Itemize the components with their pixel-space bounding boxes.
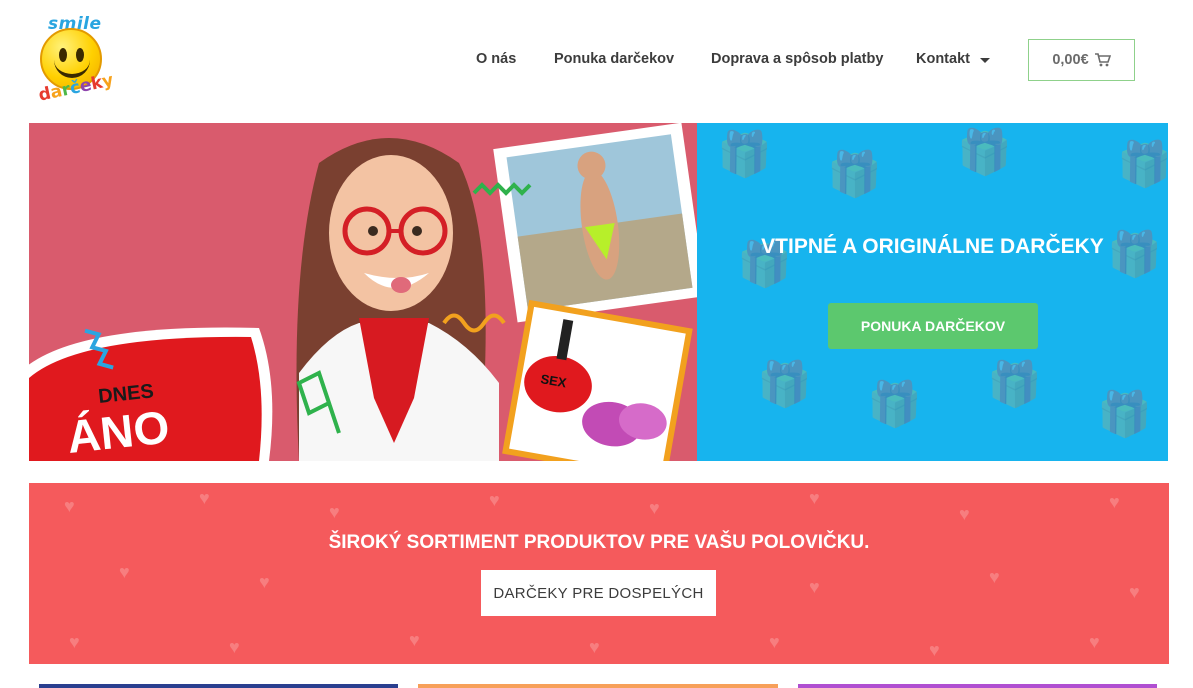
heart-icon: ♥ bbox=[64, 496, 75, 516]
gift-icon: 🎁 bbox=[1117, 140, 1168, 189]
heart-icon: ♥ bbox=[409, 630, 420, 650]
cart-total: 0,00€ bbox=[1052, 52, 1089, 68]
heart-icon: ♥ bbox=[69, 632, 80, 652]
heart-icon: ♥ bbox=[649, 498, 660, 518]
hero-title: VTIPNÉ A ORIGINÁLNE DARČEKY bbox=[761, 235, 1104, 258]
site-header: smile darčeky O nás Ponuka darčekov Dopr… bbox=[0, 0, 1193, 118]
nav-link-doprava[interactable]: Doprava a spôsob platby bbox=[711, 51, 883, 67]
heart-icon: ♥ bbox=[989, 567, 1000, 587]
cart-button[interactable]: 0,00€ bbox=[1028, 39, 1135, 81]
hero-illustration: DNES ÁNO SEX bbox=[29, 123, 697, 461]
chevron-down-icon bbox=[979, 57, 990, 63]
gift-icon: 🎁 bbox=[957, 128, 1012, 177]
banner-title: ŠIROKÝ SORTIMENT PRODUKTOV PRE VAŠU POLO… bbox=[328, 532, 870, 553]
heart-icon: ♥ bbox=[589, 637, 600, 657]
heart-icon: ♥ bbox=[769, 632, 780, 652]
nav-link-kontakt[interactable]: Kontakt bbox=[916, 51, 990, 67]
heart-icon: ♥ bbox=[929, 640, 940, 660]
gift-icon: 🎁 bbox=[757, 360, 812, 409]
category-card-1[interactable] bbox=[39, 684, 398, 688]
gift-icon: 🎁 bbox=[1097, 390, 1152, 439]
heart-icon: ♥ bbox=[229, 637, 240, 657]
heart-icon: ♥ bbox=[809, 577, 820, 597]
hero-promo-panel: 🎁 🎁 🎁 🎁 🎁 🎁 🎁 🎁 🎁 🎁 VTIPNÉ A ORIGINÁLNE … bbox=[697, 123, 1168, 461]
adult-gifts-banner: ♥ ♥ ♥ ♥ ♥ ♥ ♥ ♥ ♥ ♥ ♥ ♥ ♥ ♥ ♥ ♥ ♥ ♥ ♥ ♥ … bbox=[29, 483, 1169, 664]
hero-image: DNES ÁNO SEX bbox=[29, 123, 697, 461]
category-card-3[interactable] bbox=[798, 684, 1157, 688]
darceky-pre-dospelych-button[interactable]: DARČEKY PRE DOSPELÝCH bbox=[481, 570, 716, 616]
cart-icon bbox=[1094, 53, 1111, 67]
category-card-2[interactable] bbox=[418, 684, 778, 688]
gift-icon: 🎁 bbox=[717, 130, 772, 179]
heart-icon: ♥ bbox=[809, 488, 820, 508]
gift-icon: 🎁 bbox=[867, 380, 922, 429]
nav-link-o-nas[interactable]: O nás bbox=[476, 51, 516, 67]
ponuka-darcekov-button[interactable]: PONUKA DARČEKOV bbox=[828, 303, 1038, 349]
heart-icon: ♥ bbox=[199, 488, 210, 508]
nav-link-ponuka-darcekov[interactable]: Ponuka darčekov bbox=[554, 51, 674, 67]
gift-icon: 🎁 bbox=[987, 360, 1042, 409]
heart-icon: ♥ bbox=[1109, 492, 1120, 512]
heart-icon: ♥ bbox=[1129, 582, 1140, 602]
heart-icon: ♥ bbox=[119, 562, 130, 582]
heart-icon: ♥ bbox=[259, 572, 270, 592]
heart-icon: ♥ bbox=[329, 502, 340, 522]
gift-icon: 🎁 bbox=[827, 150, 882, 199]
nav-link-kontakt-label: Kontakt bbox=[916, 51, 970, 67]
heart-icon: ♥ bbox=[489, 490, 500, 510]
heart-icon: ♥ bbox=[1089, 632, 1100, 652]
pillow-text-ano: ÁNO bbox=[65, 401, 172, 461]
heart-icon: ♥ bbox=[959, 504, 970, 524]
smile-darceky-logo[interactable]: smile darčeky bbox=[34, 14, 116, 106]
